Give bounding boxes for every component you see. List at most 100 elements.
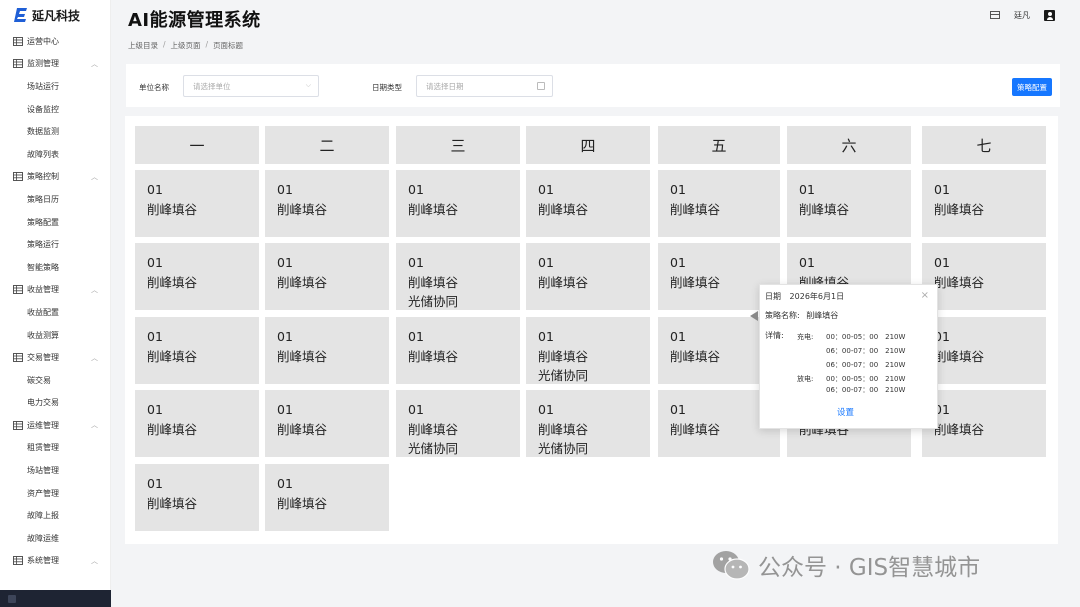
- strategy-name: 削峰填谷: [277, 274, 328, 290]
- calendar-day-cell[interactable]: 01 削峰填谷: [135, 390, 259, 457]
- sidebar-group-monitoring[interactable]: 监测管理 ︿: [0, 53, 110, 76]
- sidebar-group-operations[interactable]: 运营中心: [0, 30, 110, 53]
- strategy-name: 削峰填谷: [147, 348, 198, 364]
- day-number: 01: [538, 402, 554, 417]
- popover-strategy-name: 策略名称: 削峰填谷: [765, 310, 838, 321]
- strategy-name: 削峰填谷: [934, 201, 985, 217]
- calendar-day-cell[interactable]: 01 削峰填谷: [265, 390, 389, 457]
- calendar-day-cell[interactable]: 01 削峰填谷: [787, 170, 911, 237]
- sidebar-item[interactable]: 收益配置: [0, 301, 110, 324]
- day-number: 01: [277, 329, 293, 344]
- sidebar-group-revenue[interactable]: 收益管理 ︿: [0, 279, 110, 302]
- sidebar-group-system[interactable]: 系统管理 ︿: [0, 550, 110, 573]
- strategy-name: 光储协同: [538, 441, 589, 456]
- day-number: 01: [934, 182, 950, 197]
- user-avatar-icon[interactable]: [1044, 10, 1055, 21]
- user-name[interactable]: 廷凡: [1014, 10, 1030, 21]
- message-icon[interactable]: [990, 10, 1000, 21]
- calendar-day-cell[interactable]: 01 削峰填谷: [135, 464, 259, 531]
- calendar-day-cell[interactable]: 01 削峰填谷 光储协同: [526, 317, 650, 384]
- weekday-header: 二: [265, 126, 389, 164]
- watermark-text: 公众号 · GIS智慧城市: [758, 555, 981, 581]
- sidebar-footer: [0, 590, 111, 607]
- strategy-name: 削峰填谷: [147, 274, 198, 290]
- calendar-day-cell[interactable]: 01 削峰填谷: [526, 243, 650, 310]
- day-number: 01: [670, 255, 686, 270]
- unit-label: 单位名称: [139, 83, 169, 92]
- calendar-day-cell[interactable]: 01 削峰填谷: [922, 390, 1046, 457]
- sidebar-item[interactable]: 碳交易: [0, 369, 110, 392]
- calendar-day-cell[interactable]: 01 削峰填谷: [922, 243, 1046, 310]
- calendar-day-cell[interactable]: 01 削峰填谷: [265, 170, 389, 237]
- strategy-name: 光储协同: [408, 441, 459, 456]
- calendar-day-cell[interactable]: 01 削峰填谷: [135, 243, 259, 310]
- day-number: 01: [147, 329, 163, 344]
- strategy-name: 削峰填谷: [408, 274, 459, 290]
- day-number: 01: [934, 402, 950, 417]
- sidebar-item[interactable]: 收益测算: [0, 324, 110, 347]
- sidebar-item[interactable]: 数据监测: [0, 120, 110, 143]
- sidebar-item[interactable]: 设备监控: [0, 98, 110, 121]
- popover-name-value: 削峰填谷: [806, 311, 839, 320]
- calendar-day-cell[interactable]: 01 削峰填谷: [526, 170, 650, 237]
- strategy-name: 削峰填谷: [408, 201, 459, 217]
- discharge-slot: 00：00-05：00 210W: [826, 375, 906, 383]
- strategy-config-button[interactable]: 策略配置: [1012, 78, 1052, 96]
- sidebar-group-strategy[interactable]: 策略控制 ︿: [0, 166, 110, 189]
- calendar-day-cell[interactable]: 01 削峰填谷: [135, 170, 259, 237]
- calendar-day-cell[interactable]: 01 削峰填谷: [922, 170, 1046, 237]
- calendar-day-cell[interactable]: 01 削峰填谷: [265, 464, 389, 531]
- menu-grid-icon: [13, 420, 23, 430]
- sidebar: 延凡科技 运营中心 监测管理 ︿ 场站运行 设备监控 数据监测 故障列表 策略控制 ︿ 策略日历策…: [0, 0, 111, 607]
- day-number: 01: [538, 182, 554, 197]
- popover-date: 日期 2026年6月1日: [765, 291, 844, 302]
- calendar-day-cell[interactable]: 01 削峰填谷 光储协同: [396, 243, 520, 310]
- discharge-label: 放电:: [797, 375, 814, 383]
- breadcrumb-item[interactable]: 上级目录: [128, 40, 158, 51]
- sidebar-item[interactable]: 策略运行: [0, 233, 110, 256]
- sidebar-item[interactable]: 资产管理: [0, 482, 110, 505]
- calendar-day-cell[interactable]: 01 削峰填谷: [265, 317, 389, 384]
- unit-select-placeholder: 请选择单位: [193, 81, 231, 91]
- day-number: 01: [670, 182, 686, 197]
- sidebar-item[interactable]: 策略配置: [0, 211, 110, 234]
- sidebar-group-trading[interactable]: 交易管理 ︿: [0, 346, 110, 369]
- sidebar-item[interactable]: 场站运行: [0, 75, 110, 98]
- strategy-name: 削峰填谷: [538, 421, 589, 437]
- sidebar-group-label: 交易管理: [27, 353, 59, 363]
- day-number: 01: [408, 255, 424, 270]
- sidebar-item[interactable]: 故障上报: [0, 504, 110, 527]
- unit-select[interactable]: 请选择单位 ⌵: [183, 75, 319, 97]
- sidebar-group-label: 运维管理: [27, 420, 59, 430]
- sidebar-group-maintenance[interactable]: 运维管理 ︿: [0, 414, 110, 437]
- sidebar-item[interactable]: 租赁管理: [0, 437, 110, 460]
- sidebar-item[interactable]: 电力交易: [0, 392, 110, 415]
- popover-arrow: [750, 311, 758, 321]
- strategy-name: 削峰填谷: [934, 348, 985, 364]
- close-icon[interactable]: ×: [921, 290, 929, 301]
- calendar-day-cell[interactable]: 01 削峰填谷: [658, 170, 780, 237]
- calendar-day-cell[interactable]: 01 削峰填谷: [135, 317, 259, 384]
- calendar-day-cell[interactable]: 01 削峰填谷光储协同: [526, 390, 650, 457]
- calendar-day-cell[interactable]: 01 削峰填谷: [396, 170, 520, 237]
- breadcrumb-item[interactable]: 上级页面: [171, 40, 201, 51]
- day-number: 01: [799, 255, 815, 270]
- weekday-header: 三: [396, 126, 520, 164]
- date-picker[interactable]: 请选择日期: [416, 75, 553, 97]
- calendar-day-cell[interactable]: 01 削峰填谷: [396, 317, 520, 384]
- strategy-name: 削峰填谷: [934, 421, 985, 437]
- sidebar-item[interactable]: 场站管理: [0, 459, 110, 482]
- collapse-sidebar-button[interactable]: [8, 595, 16, 603]
- calendar-day-cell[interactable]: 01 削峰填谷: [265, 243, 389, 310]
- popover-settings-link[interactable]: 设置: [837, 406, 854, 418]
- calendar-day-cell[interactable]: 01 削峰填谷: [922, 317, 1046, 384]
- sidebar-group-label: 运营中心: [27, 36, 59, 46]
- sidebar-item[interactable]: 故障列表: [0, 143, 110, 166]
- popover-date-label: 日期: [765, 292, 781, 301]
- sidebar-item[interactable]: 智能策略: [0, 256, 110, 279]
- sidebar-item[interactable]: 故障运维: [0, 527, 110, 550]
- sidebar-item[interactable]: 策略日历: [0, 188, 110, 211]
- day-number: 01: [147, 255, 163, 270]
- day-number: 01: [934, 255, 950, 270]
- calendar-day-cell[interactable]: 01 削峰填谷 光储协同: [396, 390, 520, 457]
